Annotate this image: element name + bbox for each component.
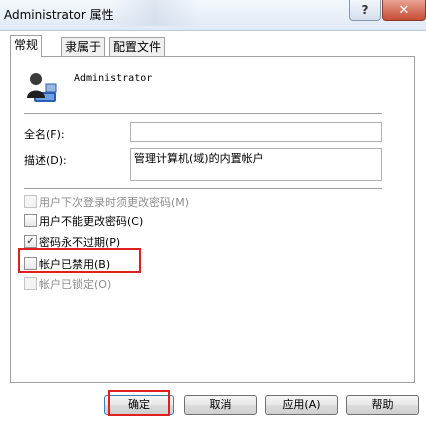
user-name: Administrator <box>74 73 153 84</box>
window-title: Administrator 属性 <box>4 8 114 22</box>
help-button[interactable]: 帮助 <box>346 395 419 415</box>
separator-top <box>24 113 382 115</box>
checkbox-box[interactable] <box>24 195 37 208</box>
help-caption-button[interactable]: ? <box>349 0 381 21</box>
close-button[interactable]: ✕ <box>382 0 426 21</box>
checkbox-box[interactable] <box>24 214 37 227</box>
checkmark-icon[interactable]: ✓ <box>24 235 37 248</box>
checkbox-label: 用户下次登录时须更改密码(M) <box>39 196 190 209</box>
title-bar: Administrator 属性 ? ✕ <box>0 0 426 31</box>
fullname-label: 全名(F): <box>24 128 65 141</box>
title-bar-blur <box>110 0 200 26</box>
highlight-ok-button <box>108 390 170 416</box>
checkbox-label: 用户不能更改密码(C) <box>39 215 144 228</box>
checkbox-box[interactable] <box>24 277 37 290</box>
user-account-icon <box>27 73 57 102</box>
fullname-input[interactable] <box>130 122 382 142</box>
question-mark-icon: ? <box>361 3 369 17</box>
separator-middle <box>24 188 382 190</box>
description-input[interactable]: 管理计算机(域)的内置帐户 <box>130 148 382 181</box>
cancel-button[interactable]: 取消 <box>184 395 257 415</box>
description-label: 描述(D): <box>24 154 67 167</box>
tab-member-of[interactable]: 隶属于 <box>61 37 106 56</box>
highlight-account-disabled <box>18 248 141 273</box>
checkbox-label: 帐户已锁定(O) <box>39 278 112 291</box>
tab-general[interactable]: 常规 <box>10 35 43 57</box>
tab-profile[interactable]: 配置文件 <box>109 37 166 56</box>
close-icon: ✕ <box>398 2 410 18</box>
apply-button[interactable]: 应用(A) <box>265 395 338 415</box>
